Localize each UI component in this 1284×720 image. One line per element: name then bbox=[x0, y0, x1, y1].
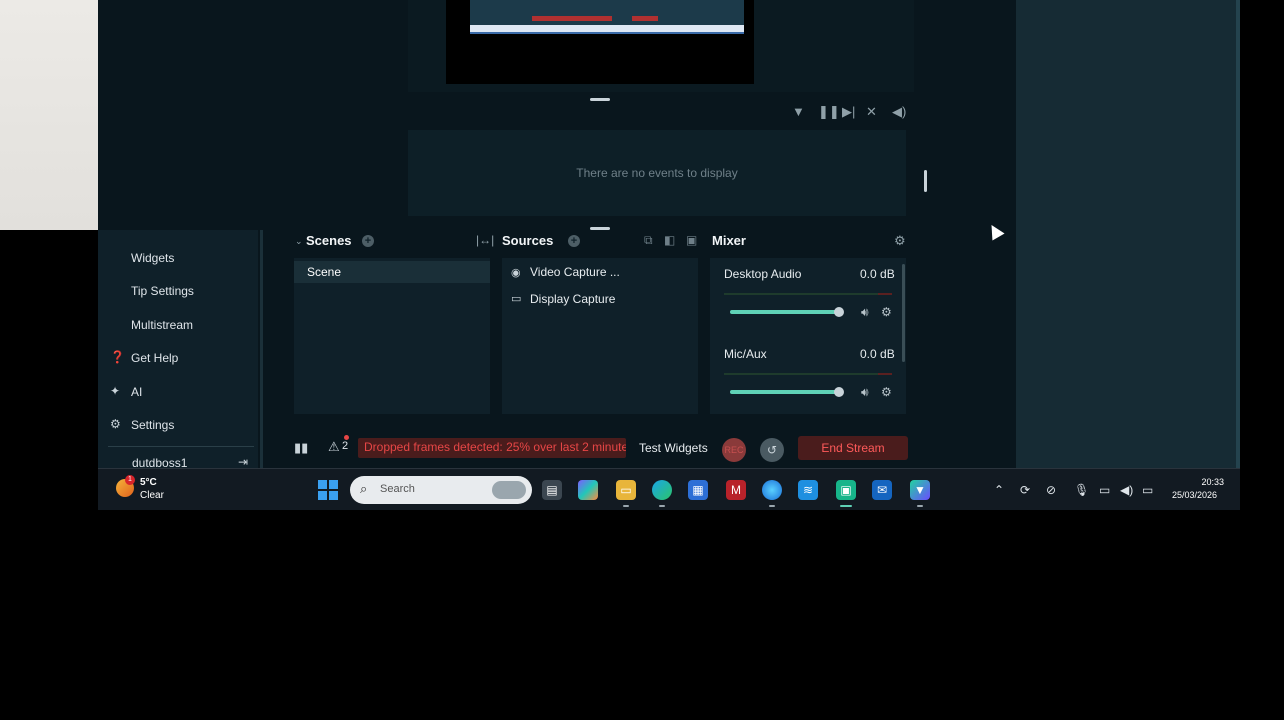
logout-icon[interactable]: ⇥ bbox=[238, 455, 248, 469]
clock-time[interactable]: 20:33 bbox=[1198, 477, 1224, 487]
add-source-button[interactable]: + bbox=[568, 235, 580, 247]
warnings-count: 2 bbox=[342, 440, 349, 452]
collapse-chevron-icon[interactable]: ⌄ bbox=[295, 236, 303, 247]
battery-icon[interactable]: ▭ bbox=[1142, 483, 1153, 497]
volume-slider[interactable] bbox=[730, 310, 838, 314]
taskbar-search[interactable]: ⌕ Search bbox=[350, 476, 532, 504]
add-group-icon[interactable]: ⧉ bbox=[644, 233, 653, 248]
speaker-icon[interactable]: 🔊︎ bbox=[861, 305, 869, 320]
volume-meter bbox=[724, 373, 892, 375]
channel-settings-icon[interactable]: ⚙ bbox=[881, 305, 892, 319]
warning-icon[interactable]: ⚠ bbox=[328, 439, 340, 455]
add-scene-button[interactable]: + bbox=[362, 235, 374, 247]
vpn-icon[interactable]: ▼ bbox=[910, 480, 930, 500]
weather-badge: 1 bbox=[125, 475, 135, 485]
app-icon[interactable]: ≋ bbox=[798, 480, 818, 500]
events-empty-message: There are no events to display bbox=[576, 166, 738, 180]
pause-icon[interactable]: ❚❚ bbox=[818, 104, 840, 120]
network-icon[interactable]: ▭ bbox=[1099, 483, 1110, 497]
volume-icon[interactable]: ◀) bbox=[1120, 483, 1133, 497]
skip-icon[interactable]: ▶| bbox=[842, 104, 855, 120]
task-view-icon[interactable]: ▤ bbox=[542, 480, 562, 500]
window-edge bbox=[1236, 0, 1240, 468]
mixer-title: Mixer bbox=[712, 233, 746, 248]
end-stream-button[interactable]: End Stream bbox=[798, 436, 908, 460]
mixer-settings-icon[interactable]: ⚙ bbox=[894, 233, 906, 249]
mixer-channel-label: Mic/Aux bbox=[724, 347, 767, 361]
volume-slider[interactable] bbox=[730, 390, 838, 394]
source-properties-icon[interactable]: ◧ bbox=[664, 233, 675, 247]
mixer-channel-db: 0.0 dB bbox=[860, 347, 895, 361]
channel-settings-icon[interactable]: ⚙ bbox=[881, 385, 892, 399]
edge-browser-icon[interactable] bbox=[652, 480, 672, 500]
nav-item-get-help[interactable]: Get Help bbox=[131, 351, 178, 365]
source-item-display-capture[interactable]: Display Capture bbox=[530, 292, 615, 306]
volume-meter bbox=[724, 293, 892, 295]
nav-item-multistream[interactable]: Multistream bbox=[131, 318, 193, 332]
replay-buffer-icon[interactable]: ↺ bbox=[760, 438, 784, 462]
help-icon: ❓ bbox=[110, 350, 125, 364]
nav-separator bbox=[260, 230, 263, 468]
windows-taskbar: 1 5°C Clear ⌕ Search ▤ ▭ ▦ M ≋ ▣ ✉ ▼ ⌃ ⟳… bbox=[98, 468, 1240, 510]
scene-item-label: Scene bbox=[307, 265, 342, 279]
microphone-icon[interactable]: 🎙︎ bbox=[1074, 483, 1089, 497]
webcam-icon: ◉ bbox=[511, 267, 521, 279]
dropped-frames-alert[interactable]: Dropped frames detected: 25% over last 2… bbox=[358, 438, 626, 458]
scene-item[interactable]: Scene bbox=[294, 261, 490, 283]
gear-icon: ⚙ bbox=[110, 417, 121, 431]
sync-icon[interactable]: ⟳ bbox=[1020, 483, 1030, 497]
filter-icon[interactable]: ▼ bbox=[792, 104, 805, 119]
chevron-up-icon[interactable]: ⌃ bbox=[994, 483, 1004, 497]
weather-temperature[interactable]: 5°C bbox=[140, 477, 157, 488]
events-toolbar: ▼ ❚❚ ▶| ✕ ◀) bbox=[408, 100, 914, 126]
nav-divider bbox=[108, 446, 254, 447]
streamlabs-icon[interactable]: ▣ bbox=[836, 480, 856, 500]
sources-title: Sources bbox=[502, 233, 554, 248]
record-button[interactable]: REC bbox=[722, 438, 746, 462]
mixer-channel-db: 0.0 dB bbox=[860, 267, 895, 281]
copilot-icon[interactable] bbox=[578, 480, 598, 500]
nav-item-tip-settings[interactable]: Tip Settings bbox=[131, 284, 194, 298]
mixer-channel-label: Desktop Audio bbox=[724, 267, 802, 281]
nav-item-settings[interactable]: Settings bbox=[131, 418, 174, 432]
search-icon: ⌕ bbox=[360, 481, 368, 496]
volume-slider-knob[interactable] bbox=[834, 307, 844, 317]
preview-thumbnail bbox=[470, 0, 744, 34]
folder-icon[interactable]: ▣ bbox=[686, 233, 697, 247]
search-placeholder: Search bbox=[380, 483, 415, 495]
file-explorer-icon[interactable]: ▭ bbox=[616, 480, 636, 500]
source-item-video-capture[interactable]: Video Capture ... bbox=[530, 265, 620, 279]
nav-item-ai[interactable]: AI bbox=[131, 385, 142, 399]
outlook-icon[interactable]: ✉ bbox=[872, 480, 892, 500]
streamlabs-window: ▼ ❚❚ ▶| ✕ ◀) There are no events to disp… bbox=[98, 0, 1240, 510]
events-resize-bar[interactable] bbox=[924, 170, 927, 192]
clock-date[interactable]: 25/03/2026 bbox=[1172, 490, 1217, 500]
test-widgets-button[interactable]: Test Widgets bbox=[639, 441, 708, 455]
scenes-title: Scenes bbox=[306, 233, 352, 248]
speaker-icon[interactable]: 🔊︎ bbox=[861, 385, 869, 400]
events-feed: There are no events to display bbox=[408, 130, 906, 216]
volume-icon[interactable]: ◀) bbox=[892, 104, 906, 120]
chrome-icon[interactable] bbox=[762, 480, 782, 500]
search-highlight-icon bbox=[492, 481, 526, 499]
store-icon[interactable]: ▦ bbox=[688, 480, 708, 500]
notification-dot bbox=[344, 435, 349, 440]
notifications-off-icon[interactable]: ⊘ bbox=[1046, 483, 1056, 497]
mixer-scrollbar[interactable] bbox=[902, 264, 905, 362]
performance-chart-icon[interactable]: ▮▮ bbox=[294, 440, 308, 456]
monitor-icon: ▭ bbox=[511, 293, 522, 305]
weather-condition[interactable]: Clear bbox=[140, 490, 164, 501]
scene-transitions-icon[interactable]: |↔| bbox=[476, 233, 494, 247]
chat-pane bbox=[1016, 0, 1240, 468]
ai-sparkle-icon: ✦ bbox=[110, 384, 121, 398]
nav-item-widgets[interactable]: Widgets bbox=[131, 251, 174, 265]
events-resize-handle[interactable] bbox=[590, 227, 610, 230]
mute-alerts-icon[interactable]: ✕ bbox=[866, 104, 877, 120]
mcafee-icon[interactable]: M bbox=[726, 480, 746, 500]
windows-start-icon[interactable] bbox=[318, 480, 338, 500]
sidebar-nav: Widgets Tip Settings Multistream ❓ Get H… bbox=[98, 230, 258, 468]
sources-list bbox=[502, 258, 698, 414]
volume-slider-knob[interactable] bbox=[834, 387, 844, 397]
